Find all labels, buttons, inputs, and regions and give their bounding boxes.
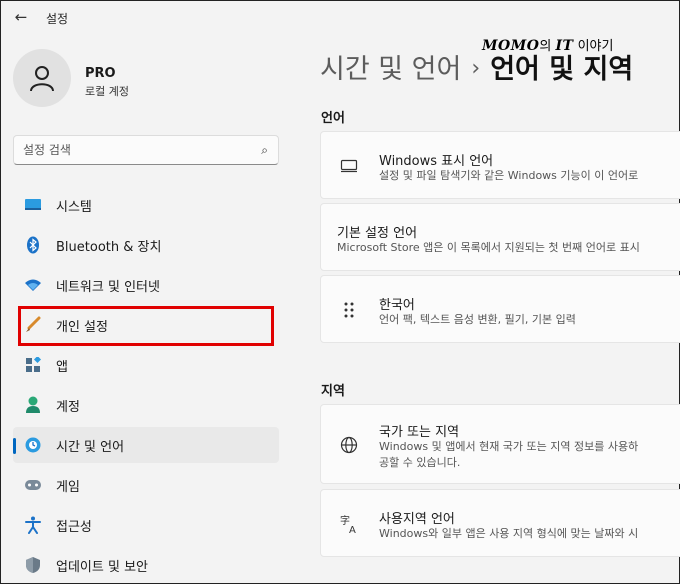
card-regional-format[interactable]: 字A 사용지역 언어 Windows와 일부 앱은 사용 지역 형식에 맞는 날…	[320, 489, 680, 557]
page-title: 언어 및 지역	[490, 54, 634, 85]
card-korean-language[interactable]: 한국어 언어 팩, 텍스트 음성 변환, 필기, 기본 입력	[320, 275, 680, 343]
card-preferred-languages[interactable]: 기본 설정 언어 Microsoft Store 앱은 이 목록에서 지원되는 …	[320, 203, 680, 271]
language-translate-icon: 字A	[339, 514, 359, 534]
breadcrumb-separator: ›	[471, 56, 481, 81]
wifi-icon	[23, 275, 43, 295]
account-type: 로컬 계정	[85, 85, 129, 98]
back-button[interactable]: ←	[11, 7, 31, 27]
search-icon[interactable]: ⌕	[261, 143, 268, 158]
user-name: PRO	[85, 66, 116, 81]
card-country-region[interactable]: 국가 또는 지역 Windows 및 앱에서 현재 국가 또는 지역 정보를 사…	[320, 404, 680, 484]
gamepad-icon	[23, 475, 43, 495]
sidebar-item-time-language[interactable]: 시간 및 언어	[13, 427, 279, 463]
breadcrumb: 시간 및 언어 › 언어 및 지역	[320, 47, 633, 86]
monitor-icon	[339, 156, 359, 176]
search-box[interactable]: ⌕	[13, 135, 279, 165]
arrow-left-icon: ←	[14, 8, 28, 26]
highlight-annotation	[18, 306, 274, 346]
sidebar-item-update-security[interactable]: 업데이트 및 보안	[13, 547, 279, 583]
globe-clock-icon	[23, 435, 43, 455]
globe-icon	[339, 435, 359, 455]
sidebar-item-accessibility[interactable]: 접근성	[13, 507, 279, 543]
person-icon	[30, 66, 54, 92]
app-title: 설정	[46, 12, 69, 26]
shield-icon	[23, 555, 43, 575]
sidebar-nav: 시스템 Bluetooth & 장치 네트워크 및 인터넷 개인 설정 앱 계정	[13, 187, 279, 584]
sidebar-item-apps[interactable]: 앱	[13, 347, 279, 383]
section-title-language: 언어	[321, 111, 345, 126]
sidebar-item-accounts[interactable]: 계정	[13, 387, 279, 423]
card-windows-display-language[interactable]: Windows 표시 언어 설정 및 파일 탐색기와 같은 Windows 기능…	[320, 131, 680, 199]
avatar[interactable]	[13, 49, 71, 107]
section-title-region: 지역	[321, 384, 345, 399]
accessibility-icon	[23, 515, 43, 535]
sidebar-item-system[interactable]: 시스템	[13, 187, 279, 223]
account-icon	[23, 395, 43, 415]
sidebar-item-network[interactable]: 네트워크 및 인터넷	[13, 267, 279, 303]
svg-text:A: A	[349, 525, 356, 534]
sidebar-item-gaming[interactable]: 게임	[13, 467, 279, 503]
apps-icon	[23, 355, 43, 375]
search-input[interactable]	[23, 143, 243, 157]
breadcrumb-parent[interactable]: 시간 및 언어	[320, 54, 461, 85]
system-icon	[23, 195, 43, 215]
bluetooth-icon	[23, 235, 43, 255]
sidebar-item-bluetooth[interactable]: Bluetooth & 장치	[13, 227, 279, 263]
title-bar: ← 설정	[1, 1, 680, 33]
drag-handle-icon[interactable]	[339, 300, 359, 320]
